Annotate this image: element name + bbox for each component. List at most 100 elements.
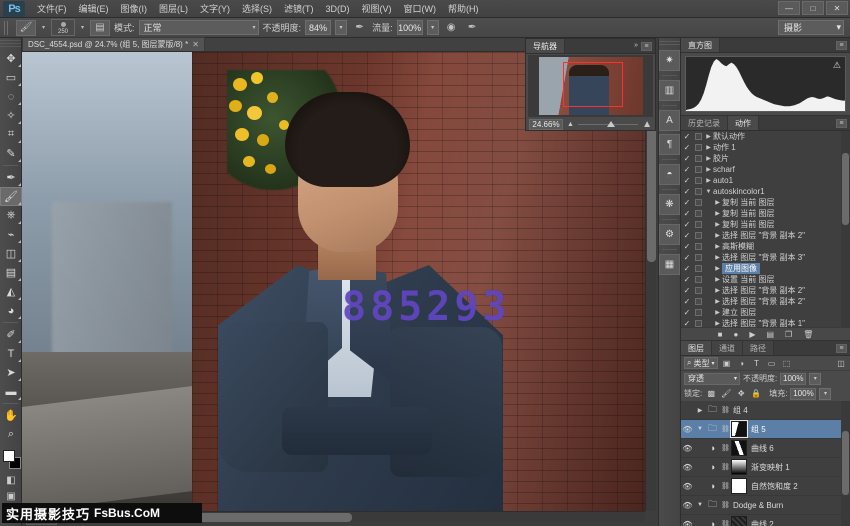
filter-adjustment-icon[interactable]: ◑ [736, 359, 748, 368]
chevron-right-icon[interactable]: ▶ [713, 287, 722, 294]
move-tool[interactable]: ✥ [0, 49, 22, 68]
measurement-log-icon[interactable]: ▥ [659, 80, 680, 101]
mask-link-icon[interactable]: ⛓ [721, 482, 729, 490]
pressure-opacity-icon[interactable]: ✒ [351, 20, 368, 36]
mask-link-icon[interactable]: ⛓ [721, 501, 729, 509]
options-bar-grip[interactable] [4, 21, 10, 35]
zoom-in-icon[interactable]: ▲ [642, 119, 652, 130]
mask-link-icon[interactable]: ⛓ [721, 425, 729, 433]
action-dialog-toggle[interactable] [693, 287, 704, 294]
history-brush-tool[interactable]: ⌁ [0, 225, 22, 244]
chevron-right-icon[interactable]: ▶ [704, 177, 713, 184]
path-selection-tool[interactable]: ➤ [0, 363, 22, 382]
histogram-menu-icon[interactable]: ≡ [836, 41, 847, 50]
character-panel-icon[interactable]: A [659, 110, 680, 131]
tab-layers[interactable]: 图层 [681, 341, 712, 355]
color-swatches[interactable] [0, 448, 22, 472]
chevron-right-icon[interactable]: ▶ [713, 232, 722, 239]
action-dialog-toggle[interactable] [693, 188, 704, 195]
pen-tool[interactable]: ✐ [0, 325, 22, 344]
tab-paths[interactable]: 路径 [743, 341, 774, 355]
action-toggle-checkmark[interactable]: ✓ [681, 220, 693, 229]
layer-opacity-input[interactable]: 100% [780, 373, 806, 385]
type-tool[interactable]: T [0, 344, 22, 363]
layer-thumbnail[interactable] [731, 516, 747, 526]
lock-all-icon[interactable]: 🔒 [750, 389, 762, 398]
action-row[interactable]: ✓▶scharf [681, 164, 850, 175]
action-toggle-checkmark[interactable]: ✓ [681, 187, 693, 196]
paragraph-panel-icon[interactable]: ¶ [659, 134, 680, 155]
layer-visibility-icon[interactable]: 👁 [681, 463, 694, 472]
quick-selection-tool[interactable]: ✧ [0, 106, 22, 125]
action-toggle-checkmark[interactable]: ✓ [681, 198, 693, 207]
marquee-tool[interactable]: ▭ [0, 68, 22, 87]
brush-preset-chevron-icon[interactable]: ▾ [79, 24, 86, 31]
chevron-down-icon[interactable]: ▼ [696, 426, 704, 432]
tool-preset-chevron-icon[interactable]: ▾ [40, 24, 47, 31]
action-toggle-checkmark[interactable]: ✓ [681, 143, 693, 152]
brush-tool[interactable]: 🖌 [0, 187, 22, 206]
action-row[interactable]: ✓▶设置 当前 图层 [681, 274, 850, 285]
mask-link-icon[interactable]: ⛓ [721, 463, 729, 471]
healing-brush-tool[interactable]: ✒ [0, 168, 22, 187]
brush-tool-icon[interactable]: 🖌 [16, 20, 36, 36]
zoom-tool[interactable]: ⌕ [0, 425, 22, 444]
layers-scrollbar[interactable] [841, 401, 850, 526]
eraser-tool[interactable]: ◫ [0, 244, 22, 263]
histogram-warning-icon[interactable]: ⚠ [833, 60, 841, 71]
menu-file[interactable]: 文件(F) [31, 0, 73, 18]
mask-link-icon[interactable]: ⛓ [721, 520, 729, 526]
layers-list[interactable]: ▶🗀⛓组 4👁▼🗀⛓组 5👁◑⛓曲线 6👁◑⛓渐变映射 1👁◑⛓自然饱和度 2👁… [681, 401, 850, 526]
action-dialog-toggle[interactable] [693, 221, 704, 228]
action-toggle-checkmark[interactable]: ✓ [681, 165, 693, 174]
opacity-input[interactable]: 84% [305, 20, 331, 35]
layer-thumbnail[interactable] [731, 440, 747, 456]
action-row[interactable]: ✓▶选择 图层 "背景 副本 1" [681, 318, 850, 327]
brush-panel-toggle-icon[interactable]: ▤ [90, 20, 110, 36]
flow-input[interactable]: 100% [397, 20, 423, 35]
menu-image[interactable]: 图像(I) [115, 0, 154, 18]
menu-filter[interactable]: 滤镜(T) [278, 0, 320, 18]
layer-fill-stepper[interactable]: ▾ [819, 388, 831, 400]
airbrush-icon[interactable]: ◉ [443, 20, 460, 36]
action-row[interactable]: ✓▼autoskincolor1 [681, 186, 850, 197]
chevron-right-icon[interactable]: ▶ [704, 166, 713, 173]
collapse-icon[interactable]: » [634, 42, 638, 49]
action-row[interactable]: ✓▶动作 1 [681, 142, 850, 153]
chevron-right-icon[interactable]: ▶ [713, 254, 722, 261]
navigator-view-box[interactable] [563, 62, 623, 107]
foreground-color-swatch[interactable] [3, 450, 15, 462]
action-toggle-checkmark[interactable]: ✓ [681, 132, 693, 141]
menu-edit[interactable]: 编辑(E) [73, 0, 115, 18]
layer-row[interactable]: 👁▼🗀⛓Dodge & Burn [681, 496, 850, 515]
action-dialog-toggle[interactable] [693, 276, 704, 283]
filter-toggle-icon[interactable]: ◫ [835, 359, 847, 368]
hand-tool[interactable]: ✋ [0, 406, 22, 425]
screen-mode-icon[interactable]: ▣ [0, 488, 22, 504]
chevron-down-icon[interactable]: ▼ [704, 189, 713, 195]
layer-fill-input[interactable]: 100% [790, 388, 816, 400]
chevron-right-icon[interactable]: ▶ [696, 407, 704, 414]
action-dialog-toggle[interactable] [693, 265, 704, 272]
layer-visibility-icon[interactable]: 👁 [681, 520, 694, 526]
layer-thumbnail[interactable] [731, 421, 747, 437]
quick-mask-icon[interactable]: ◧ [0, 472, 22, 488]
action-dialog-toggle[interactable] [693, 210, 704, 217]
action-dialog-toggle[interactable] [693, 133, 704, 140]
opacity-stepper[interactable]: ▾ [335, 20, 347, 35]
action-dialog-toggle[interactable] [693, 243, 704, 250]
chevron-right-icon[interactable]: ▶ [713, 298, 722, 305]
action-toggle-checkmark[interactable]: ✓ [681, 209, 693, 218]
zoom-out-icon[interactable]: ▲ [567, 121, 574, 128]
action-dialog-toggle[interactable] [693, 309, 704, 316]
scrollbar-thumb[interactable] [842, 431, 849, 495]
close-button[interactable]: ✕ [826, 1, 848, 15]
action-toggle-checkmark[interactable]: ✓ [681, 286, 693, 295]
action-toggle-checkmark[interactable]: ✓ [681, 242, 693, 251]
menu-help[interactable]: 帮助(H) [442, 0, 485, 18]
minimize-button[interactable]: — [778, 1, 800, 15]
tools-panel-grip[interactable] [0, 40, 21, 47]
layers-menu-icon[interactable]: ≡ [836, 344, 847, 353]
filter-smart-object-icon[interactable]: ⬚ [781, 359, 793, 368]
mask-link-icon[interactable]: ⛓ [721, 444, 729, 452]
